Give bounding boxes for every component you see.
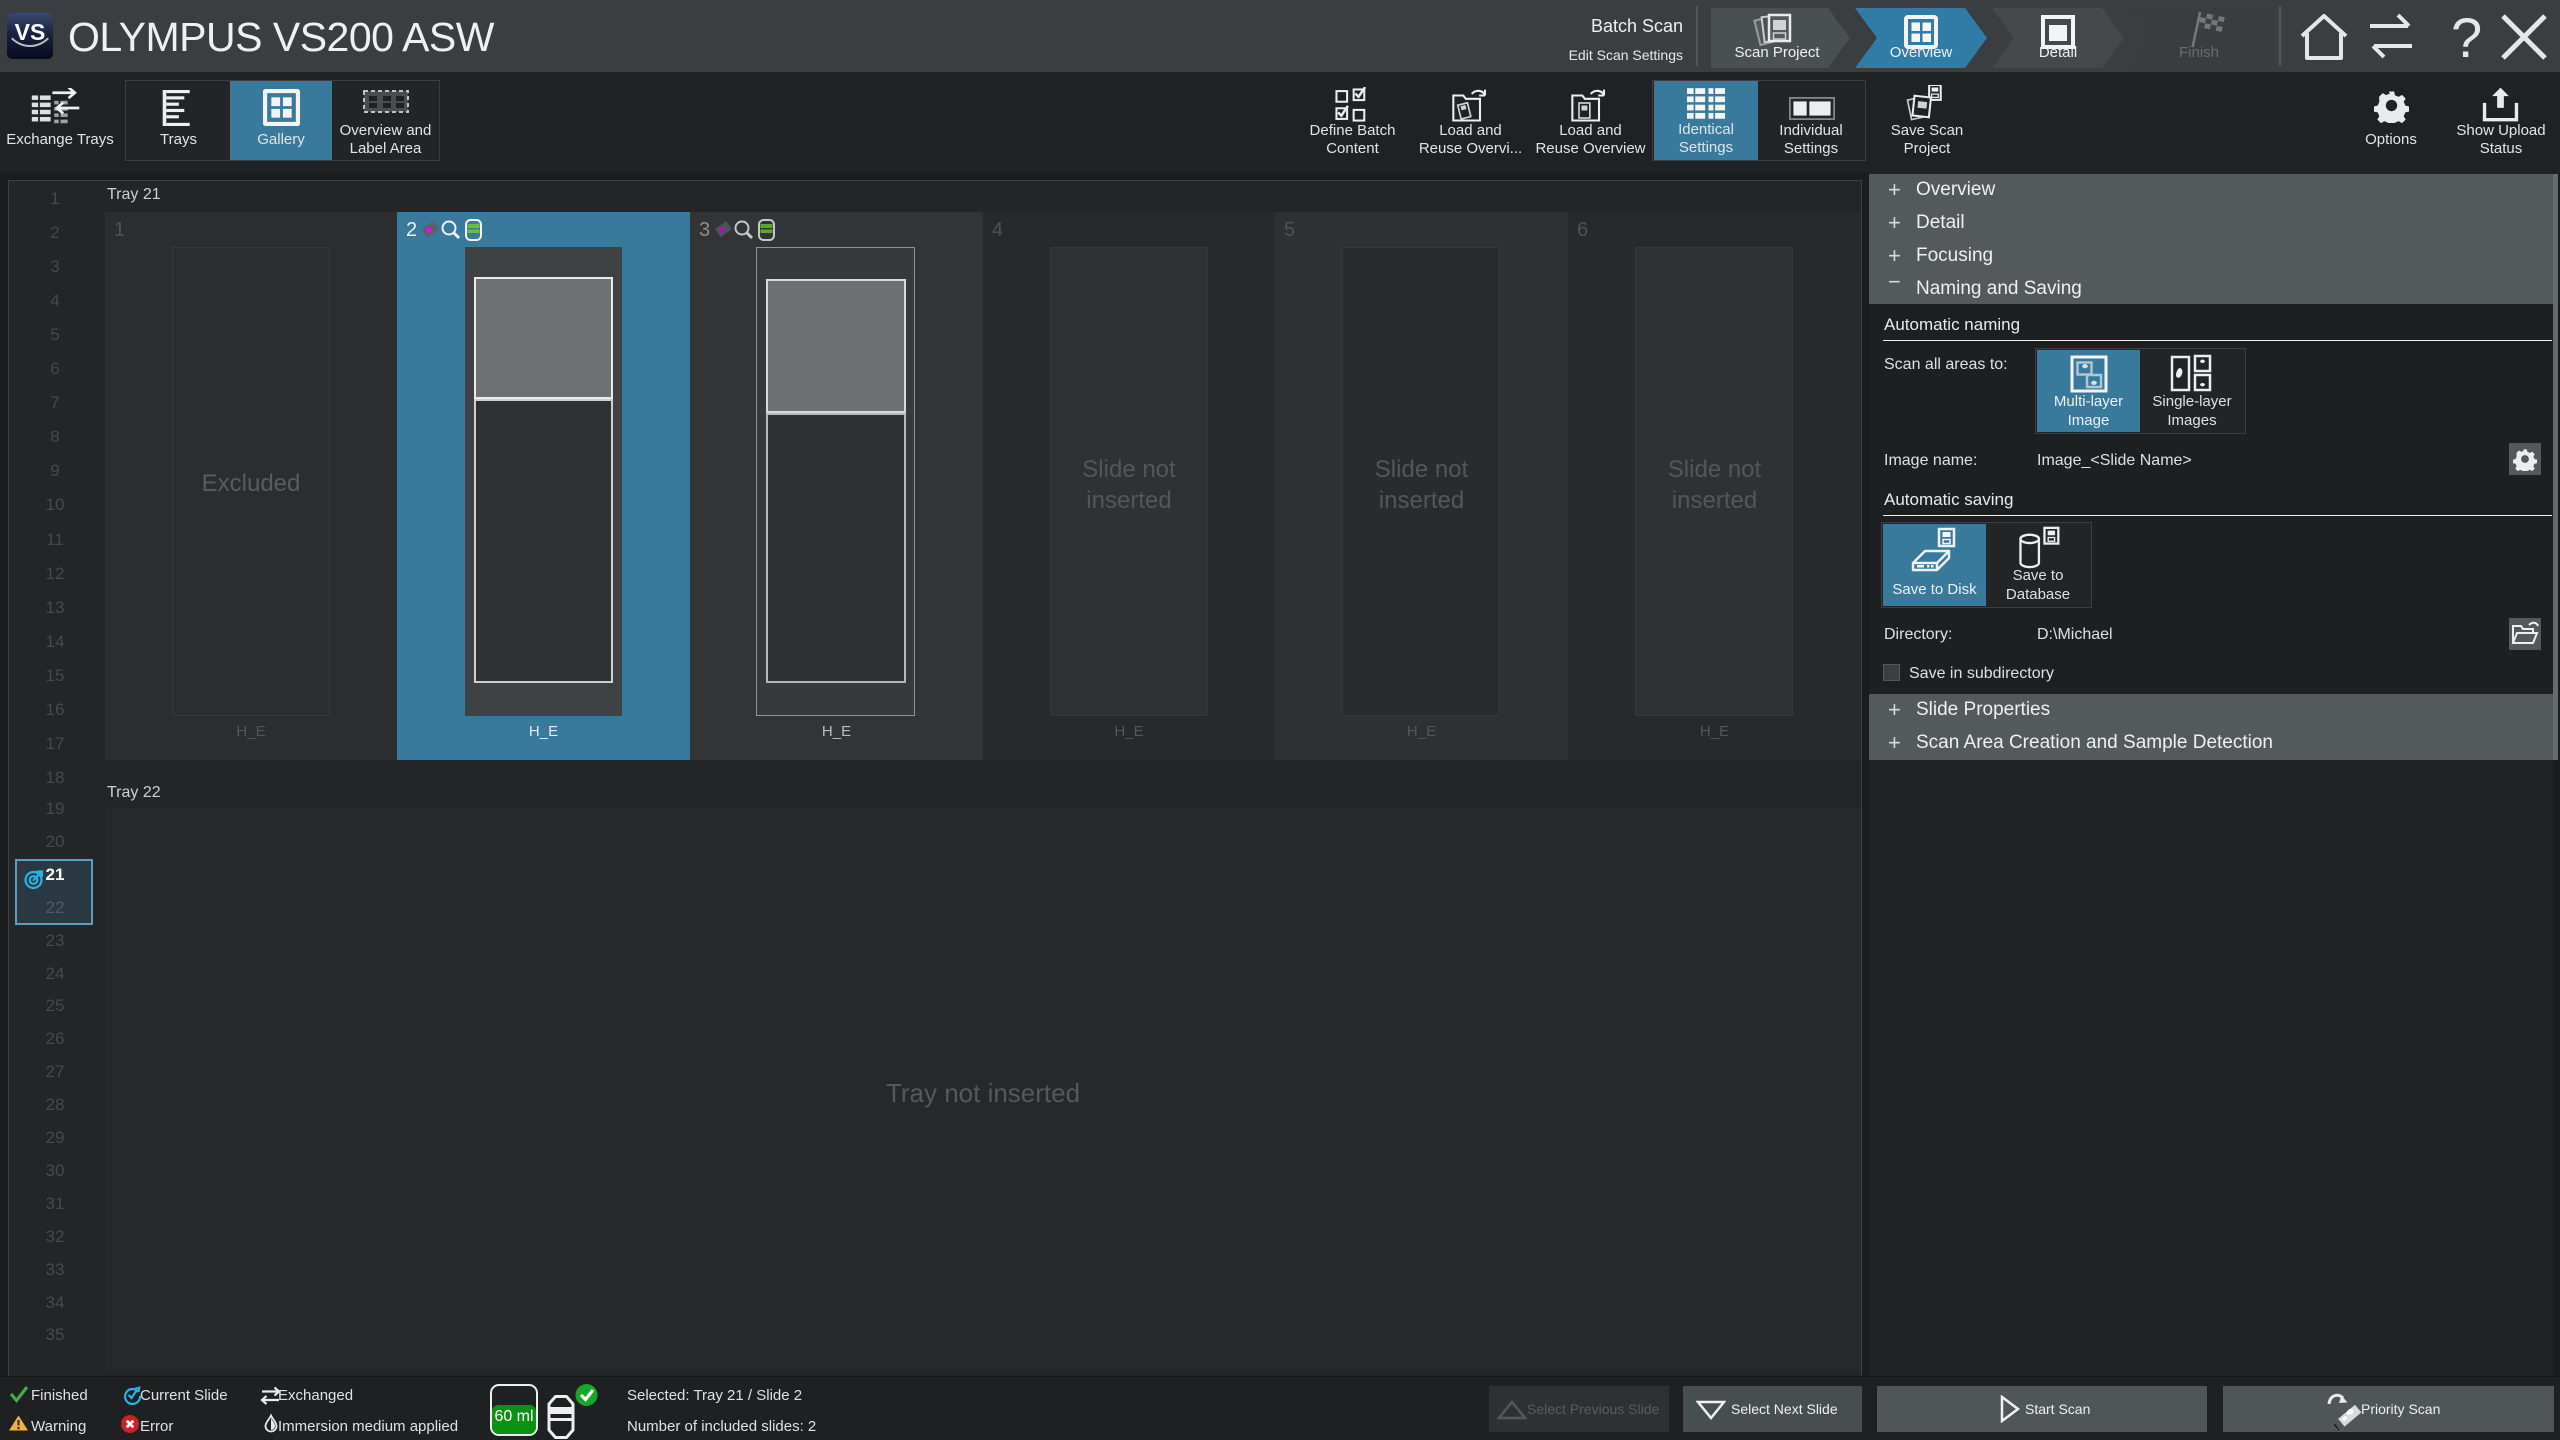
svg-text:?: ? (2451, 10, 2482, 62)
